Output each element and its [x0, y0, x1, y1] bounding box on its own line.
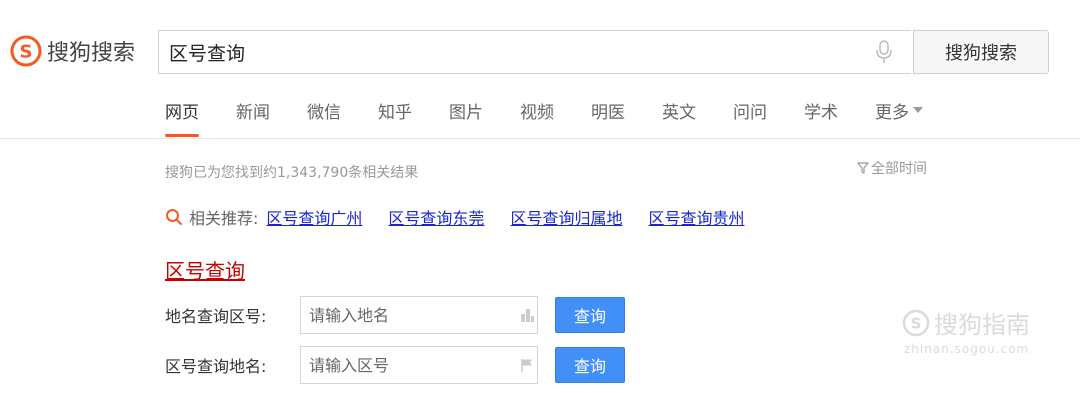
watermark-url: zhinan.sogou.com	[904, 342, 1030, 356]
watermark-text: 搜狗指南	[934, 311, 1030, 339]
filter-icon	[857, 162, 869, 174]
sogou-logo[interactable]: S 搜狗搜索	[10, 35, 135, 67]
tab-images[interactable]: 图片	[449, 98, 483, 138]
search-box	[158, 30, 911, 74]
tab-more-label: 更多	[875, 103, 909, 123]
tabs-divider	[0, 138, 1080, 139]
svg-text:S: S	[20, 42, 33, 63]
result-title-link[interactable]: 区号查询	[165, 255, 245, 284]
vertical-tabs: 网页 新闻 微信 知乎 图片 视频 明医 英文 问问 学术 更多	[165, 98, 960, 138]
svg-text:S: S	[911, 314, 922, 332]
code-to-place-label: 区号查询地名:	[165, 357, 267, 376]
tab-zhihu[interactable]: 知乎	[378, 98, 412, 138]
place-name-input[interactable]	[301, 305, 517, 325]
tab-web[interactable]: 网页	[165, 98, 199, 138]
watermark: S 搜狗指南 zhinan.sogou.com	[902, 305, 1030, 356]
caret-down-icon	[913, 107, 923, 113]
place-name-field	[300, 296, 538, 334]
brand-name: 搜狗搜索	[47, 41, 136, 66]
result-count: 搜狗已为您找到约1,343,790条相关结果	[165, 165, 419, 181]
related-link[interactable]: 区号查询东莞	[388, 205, 484, 229]
tab-video[interactable]: 视频	[520, 98, 554, 138]
tab-wechat[interactable]: 微信	[307, 98, 341, 138]
tab-medical[interactable]: 明医	[591, 98, 625, 138]
tab-more[interactable]: 更多	[875, 98, 923, 138]
area-code-input[interactable]	[301, 355, 517, 375]
microphone-icon[interactable]	[857, 31, 911, 73]
time-filter[interactable]: 全部时间	[857, 158, 927, 178]
related-link[interactable]: 区号查询广州	[266, 205, 362, 229]
tab-wenwen[interactable]: 问问	[733, 98, 767, 138]
related-link[interactable]: 区号查询归属地	[510, 205, 622, 229]
tab-english[interactable]: 英文	[662, 98, 696, 138]
code-to-place-row: 区号查询地名: 查询	[165, 346, 625, 384]
place-to-code-label: 地名查询区号:	[165, 307, 267, 326]
flag-icon	[517, 357, 537, 373]
sogou-s-watermark-icon: S	[902, 309, 930, 336]
place-to-code-row: 地名查询区号: 查询	[165, 296, 625, 334]
sogou-s-logo-icon: S	[10, 35, 42, 67]
tab-scholar[interactable]: 学术	[804, 98, 838, 138]
building-icon	[517, 307, 537, 323]
search-input[interactable]	[159, 31, 857, 73]
area-code-field	[300, 346, 538, 384]
related-searches: 相关推荐: 区号查询广州 区号查询东莞 区号查询归属地 区号查询贵州	[165, 205, 770, 229]
place-query-button[interactable]: 查询	[555, 297, 625, 333]
time-filter-label: 全部时间	[871, 161, 927, 177]
tab-news[interactable]: 新闻	[236, 98, 270, 138]
search-button[interactable]: 搜狗搜索	[913, 30, 1049, 74]
search-icon	[166, 209, 182, 225]
code-query-button[interactable]: 查询	[555, 347, 625, 383]
related-label: 相关推荐:	[189, 209, 259, 228]
related-link[interactable]: 区号查询贵州	[648, 205, 744, 229]
